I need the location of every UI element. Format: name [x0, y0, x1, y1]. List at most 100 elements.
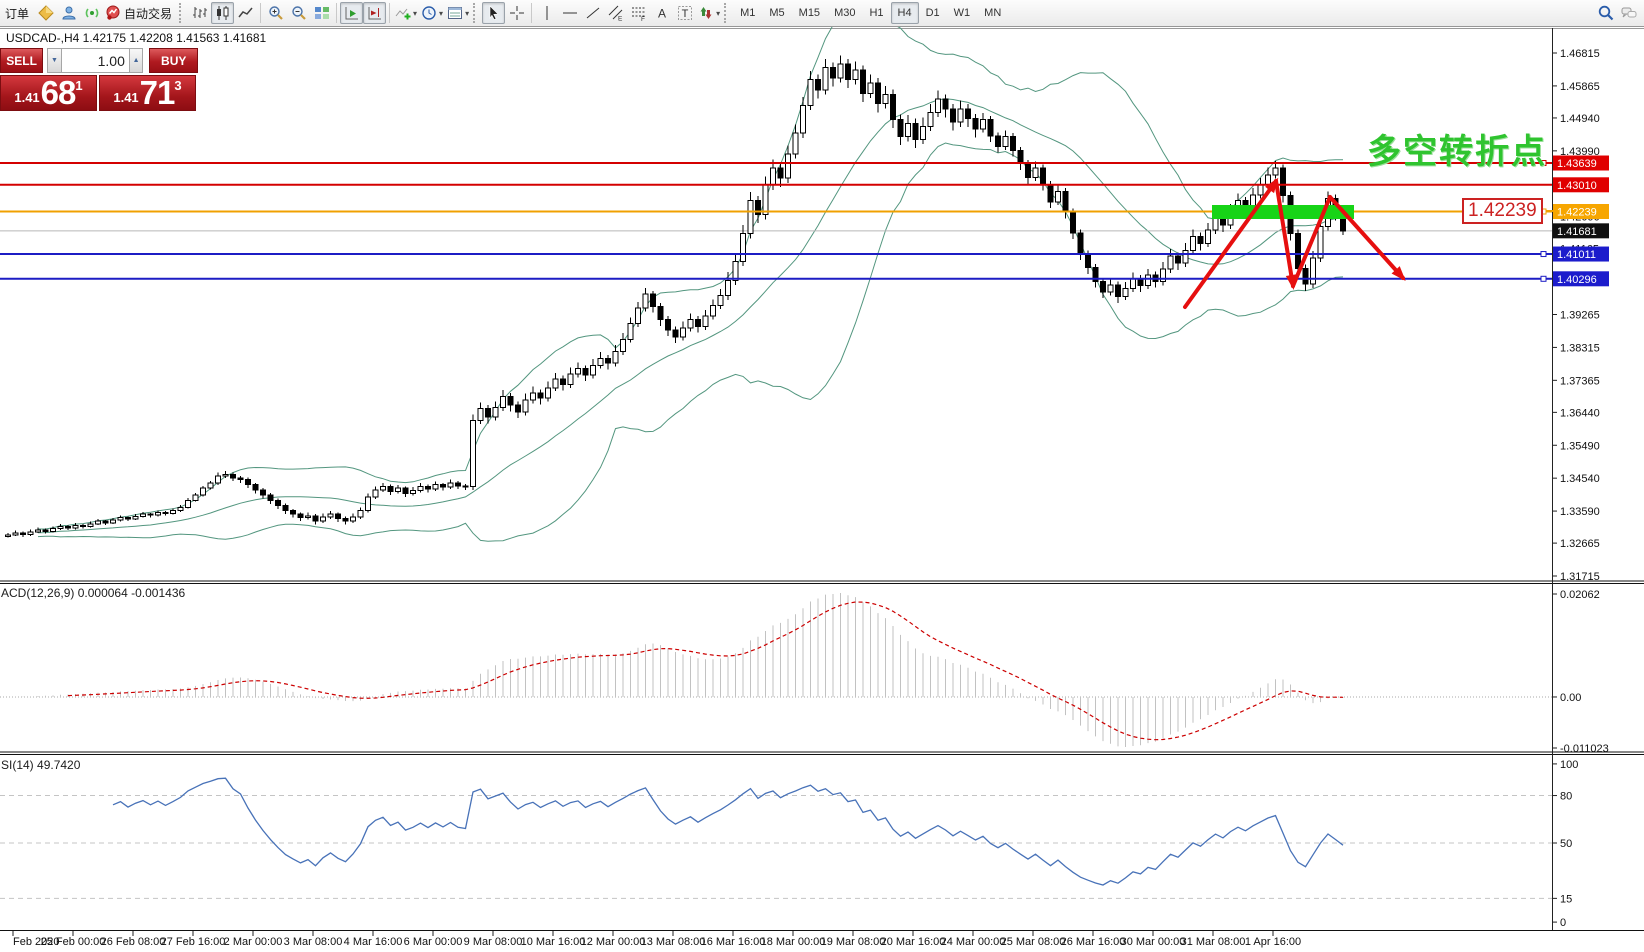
svg-text:0.02062: 0.02062 [1560, 589, 1600, 601]
horizontal-line-button[interactable] [558, 2, 581, 24]
vertical-line-button[interactable] [535, 2, 558, 24]
periods-button[interactable]: ▾ [419, 2, 445, 24]
candle-body [598, 358, 603, 365]
search-icon[interactable] [1594, 2, 1617, 24]
text-button[interactable]: A [650, 2, 673, 24]
candle-body [673, 330, 678, 337]
zoom-out-button[interactable] [287, 2, 310, 24]
candle-body [223, 474, 228, 476]
candlestick-chart-icon [215, 5, 231, 21]
candle-body [756, 201, 761, 215]
candlestick-chart-button[interactable] [211, 2, 234, 24]
candle-body [1251, 195, 1256, 207]
candle-body [621, 339, 626, 351]
vertical-line-icon [539, 5, 555, 21]
tf-h4[interactable]: H4 [891, 2, 919, 24]
volume-decrease-button[interactable]: ▼ [47, 48, 62, 73]
cursor-button[interactable] [482, 2, 505, 24]
candle-body [913, 123, 918, 139]
tf-h1[interactable]: H1 [862, 2, 890, 24]
candle-body [928, 112, 933, 126]
svg-text:1.31715: 1.31715 [1560, 571, 1600, 583]
candle-body [133, 516, 138, 519]
chart-shift-button[interactable] [363, 2, 386, 24]
signals-button[interactable] [80, 2, 103, 24]
svg-text:1.38315: 1.38315 [1560, 342, 1600, 354]
sell-price-display[interactable]: 1.41 68 1 [0, 75, 97, 111]
price-tag-annotation[interactable]: 1.42239 [1462, 198, 1543, 224]
line-chart-button[interactable] [234, 2, 257, 24]
tile-windows-button[interactable] [310, 2, 333, 24]
one-click-trading-panel: SELL ▼ 1.00 ▲ BUY 1.41 68 1 1.41 71 3 [0, 48, 198, 111]
equidistant-channel-button[interactable]: E [604, 2, 627, 24]
price-axis: 1.468151.458651.449401.439901.430401.420… [1552, 48, 1609, 929]
templates-button[interactable]: ▾ [445, 2, 471, 24]
toolbar-drag-handle[interactable] [179, 3, 184, 23]
chevron-down-icon[interactable]: ▾ [413, 9, 417, 18]
candle-body [456, 483, 461, 486]
horizontal-line-icon [562, 5, 578, 21]
toolbar-drag-handle[interactable] [473, 3, 478, 23]
candle-body [396, 488, 401, 491]
axis-price-label-text: 1.42239 [1557, 207, 1597, 219]
axis-price-label-text: 1.43639 [1557, 158, 1597, 170]
tf-d1[interactable]: D1 [919, 2, 947, 24]
svg-text:A: A [658, 7, 666, 21]
buy-price-display[interactable]: 1.41 71 3 [99, 75, 196, 111]
level-line-marker[interactable] [1541, 276, 1546, 281]
turning-point-annotation[interactable]: 多空转折点 [1367, 124, 1547, 173]
toolbar-drag-handle[interactable] [724, 3, 729, 23]
svg-text:12 Mar 00:00: 12 Mar 00:00 [581, 936, 646, 948]
metaeditor-button[interactable] [34, 2, 57, 24]
bar-chart-button[interactable] [188, 2, 211, 24]
tf-m1[interactable]: M1 [733, 2, 762, 24]
candle-body [141, 514, 146, 516]
auto-scroll-button[interactable] [340, 2, 363, 24]
crosshair-button[interactable] [505, 2, 528, 24]
sell-price-prefix: 1.41 [14, 88, 39, 108]
candle-body [921, 126, 926, 139]
candle-body [1168, 256, 1173, 269]
chevron-down-icon[interactable]: ▾ [465, 9, 469, 18]
templates-icon [447, 5, 463, 21]
tf-m30[interactable]: M30 [827, 2, 862, 24]
candle-body [81, 525, 86, 526]
chevron-down-icon[interactable]: ▾ [439, 9, 443, 18]
tf-mn[interactable]: MN [977, 2, 1008, 24]
text-label-button[interactable]: T [673, 2, 696, 24]
indicators-button[interactable]: ▾ [393, 2, 419, 24]
candle-body [568, 374, 573, 384]
sell-button[interactable]: SELL [0, 48, 43, 73]
candle-body [201, 488, 206, 495]
level-line-marker[interactable] [1541, 252, 1546, 257]
svg-text:E: E [618, 16, 623, 22]
candle-body [261, 490, 266, 495]
new-order-button[interactable]: 订单 [0, 2, 34, 24]
candle-body [748, 201, 753, 234]
arrows-button[interactable]: ▾ [696, 2, 722, 24]
volume-input[interactable]: 1.00 [62, 48, 129, 73]
svg-text:31 Mar 08:00: 31 Mar 08:00 [1181, 936, 1246, 948]
buy-button[interactable]: BUY [149, 48, 198, 73]
autotrading-button[interactable]: 自动交易 [103, 2, 177, 24]
chevron-down-icon[interactable]: ▾ [716, 9, 720, 18]
candle-body [328, 514, 333, 517]
candle-body [283, 506, 288, 511]
candle-body [1198, 236, 1203, 243]
volume-increase-button[interactable]: ▲ [129, 48, 144, 73]
tf-mn-label: MN [979, 7, 1006, 19]
candle-body [996, 136, 1001, 146]
svg-text:25 Feb 00:00: 25 Feb 00:00 [41, 936, 106, 948]
tf-m15[interactable]: M15 [792, 2, 827, 24]
trendline-button[interactable] [581, 2, 604, 24]
zoom-in-button[interactable] [264, 2, 287, 24]
candle-body [531, 393, 536, 400]
chat-icon[interactable] [1617, 2, 1640, 24]
fibonacci-button[interactable]: F [627, 2, 650, 24]
tf-m5[interactable]: M5 [762, 2, 791, 24]
tf-w1[interactable]: W1 [947, 2, 978, 24]
candle-body [808, 80, 813, 106]
candle-body [1101, 281, 1106, 291]
community-button[interactable] [57, 2, 80, 24]
candle-body [351, 517, 356, 521]
